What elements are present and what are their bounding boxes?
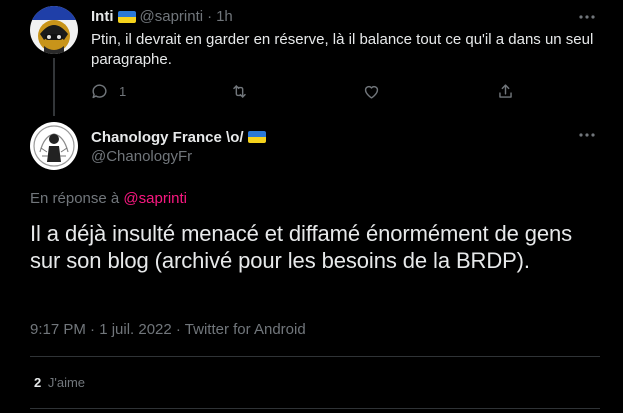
reply-button[interactable]: 1 (90, 80, 126, 102)
main-author-handle[interactable]: @ChanologyFr (91, 148, 192, 165)
reply-tweet-text: Ptin, il devrait en garder en réserve, l… (91, 31, 594, 68)
likes-stat[interactable]: 2 J'aime (34, 375, 85, 390)
likes-label: J'aime (47, 375, 86, 390)
share-button[interactable] (496, 80, 515, 102)
like-button[interactable] (362, 80, 381, 102)
reply-count: 1 (119, 83, 127, 99)
reply-tweet[interactable]: Inti @saprinti · 1h Ptin, il devrait en … (0, 0, 623, 116)
main-tweet-text: Il a déjà insulté menacé et diffamé énor… (30, 221, 573, 273)
in-reply-to: En réponse à @saprinti (30, 190, 187, 207)
ukraine-flag-icon (247, 131, 266, 143)
share-icon (499, 83, 512, 98)
retweet-icon (233, 84, 246, 98)
comment-icon (92, 83, 107, 98)
reply-tweet-header: Inti @saprinti · 1h (91, 8, 233, 26)
tweet-metadata[interactable]: 9:17 PM · 1 juil. 2022 · Twitter for And… (30, 321, 306, 338)
more-options-icon[interactable] (576, 6, 598, 28)
in-reply-mention-link[interactable]: @saprinti (123, 190, 187, 207)
tweet-thread-page: Inti @saprinti · 1h Ptin, il devrait en … (0, 0, 623, 413)
reply-author-handle[interactable]: @saprinti (140, 8, 204, 26)
more-options-icon[interactable] (576, 124, 598, 146)
likes-count: 2 (34, 375, 42, 390)
header-separator: · (207, 8, 213, 25)
heart-icon (364, 85, 379, 99)
main-author-name[interactable]: Chanology France \o/ (91, 127, 266, 147)
ukraine-flag-icon (117, 11, 136, 23)
divider (30, 408, 600, 409)
avatar-inti[interactable] (30, 6, 78, 54)
reply-timestamp[interactable]: 1h (216, 8, 233, 26)
in-reply-prefix: En réponse à (30, 190, 120, 207)
reply-author-name[interactable]: Inti (91, 8, 114, 26)
thread-connector-line (53, 58, 55, 116)
divider (30, 356, 600, 357)
avatar-chanology[interactable] (30, 122, 78, 170)
retweet-button[interactable] (230, 80, 249, 102)
reply-tweet-actions: 1 (90, 80, 520, 102)
main-author-name-text[interactable]: Chanology France \o/ (91, 129, 244, 146)
